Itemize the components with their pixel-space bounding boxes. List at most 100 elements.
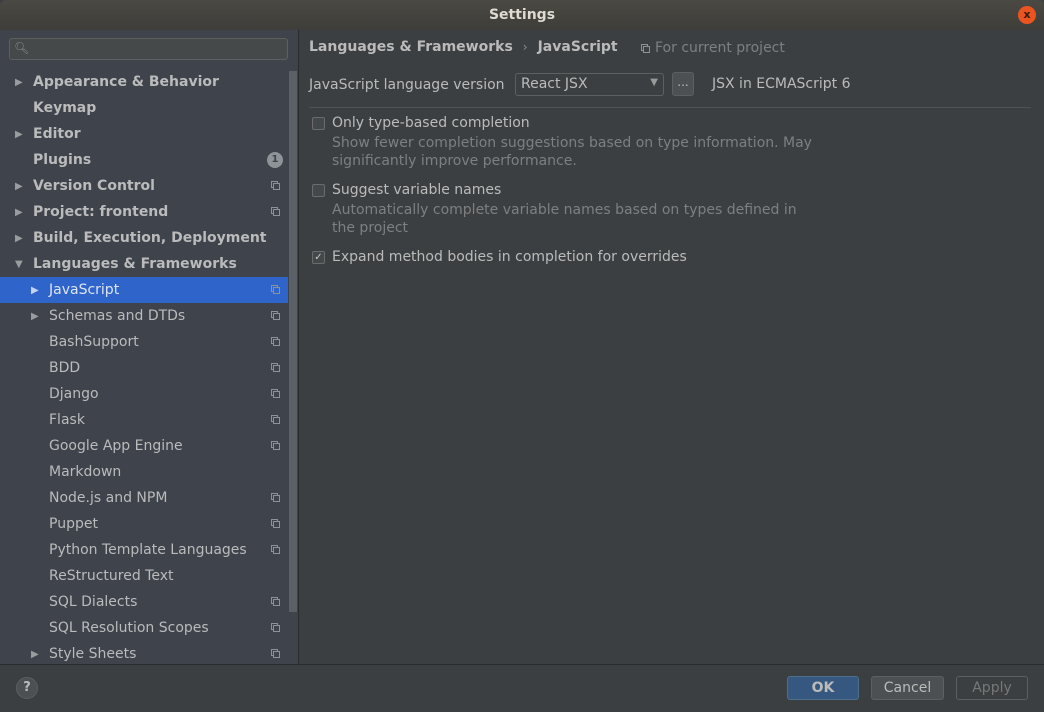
sidebar-item-django[interactable]: Django	[0, 381, 288, 407]
checkmark-icon: ✓	[314, 252, 323, 263]
sidebar-item-label: Schemas and DTDs	[49, 308, 186, 324]
language-version-more-button[interactable]: ...	[672, 72, 694, 96]
scope-label: For current project	[655, 40, 785, 56]
project-scope-icon	[271, 441, 280, 450]
expanded-arrow-icon[interactable]: ▼	[15, 259, 25, 270]
project-scope-icon	[271, 623, 280, 632]
sidebar-item-appearance-behavior[interactable]: ▶ Appearance & Behavior	[0, 69, 288, 95]
project-scope-icon	[271, 207, 280, 216]
search-box[interactable]: 🔍︎	[9, 38, 288, 60]
sidebar-item-label: Google App Engine	[49, 438, 183, 454]
project-scope-icon	[271, 493, 280, 502]
collapsed-arrow-icon[interactable]: ▶	[15, 207, 25, 218]
expand-method-bodies-checkbox[interactable]: ✓	[312, 251, 325, 264]
project-scope-icon	[271, 311, 280, 320]
apply-button[interactable]: Apply	[956, 676, 1028, 700]
dialog-footer: ? OK Cancel Apply	[0, 664, 1044, 712]
sidebar-item-project-frontend[interactable]: ▶ Project: frontend	[0, 199, 288, 225]
project-scope-icon	[271, 519, 280, 528]
sidebar-item-label: JavaScript	[49, 282, 120, 298]
sidebar-item-style-sheets[interactable]: ▶ Style Sheets	[0, 641, 288, 664]
language-version-description: JSX in ECMAScript 6	[712, 76, 851, 92]
collapsed-arrow-icon[interactable]: ▶	[15, 129, 25, 140]
option-label[interactable]: Suggest variable names	[332, 182, 501, 198]
sidebar-item-editor[interactable]: ▶ Editor	[0, 121, 288, 147]
language-version-value: React JSX	[521, 76, 588, 92]
sidebar-item-build-execution-deployment[interactable]: ▶ Build, Execution, Deployment	[0, 225, 288, 251]
sidebar-item-sql-dialects[interactable]: SQL Dialects	[0, 589, 288, 615]
sidebar-item-schemas-and-dtds[interactable]: ▶ Schemas and DTDs	[0, 303, 288, 329]
sidebar-item-label: Appearance & Behavior	[33, 74, 219, 90]
sidebar-item-label: SQL Resolution Scopes	[49, 620, 209, 636]
scope-indicator: For current project	[641, 40, 785, 56]
sidebar-item-label: BDD	[49, 360, 81, 376]
ok-button[interactable]: OK	[787, 676, 859, 700]
sidebar-item-label: Puppet	[49, 516, 98, 532]
breadcrumb-item[interactable]: Languages & Frameworks	[309, 39, 513, 55]
divider	[309, 107, 1031, 108]
sidebar-item-bashsupport[interactable]: BashSupport	[0, 329, 288, 355]
sidebar-item-label: Flask	[49, 412, 85, 428]
option-label[interactable]: Only type-based completion	[332, 115, 530, 131]
sidebar-item-label: Plugins	[33, 152, 92, 168]
settings-sidebar: 🔍︎ ▶ Appearance & Behavior Keymap ▶ Editor Pl…	[0, 30, 299, 664]
collapsed-arrow-icon[interactable]: ▶	[31, 311, 41, 322]
sidebar-item-label: Editor	[33, 126, 81, 142]
collapsed-arrow-icon[interactable]: ▶	[15, 77, 25, 88]
search-icon: 🔍︎	[14, 41, 30, 55]
sidebar-item-markdown[interactable]: Markdown	[0, 459, 288, 485]
sidebar-item-puppet[interactable]: Puppet	[0, 511, 288, 537]
settings-tree: ▶ Appearance & Behavior Keymap ▶ Editor Plugi…	[0, 69, 288, 664]
sidebar-item-sql-resolution-scopes[interactable]: SQL Resolution Scopes	[0, 615, 288, 641]
sidebar-item-google-app-engine[interactable]: Google App Engine	[0, 433, 288, 459]
sidebar-item-label: Languages & Frameworks	[33, 256, 237, 272]
project-scope-icon	[641, 43, 650, 53]
project-scope-icon	[271, 337, 280, 346]
sidebar-item-label: Style Sheets	[49, 646, 137, 662]
help-button[interactable]: ?	[16, 677, 38, 699]
sidebar-item-restructured-text[interactable]: ReStructured Text	[0, 563, 288, 589]
language-version-select[interactable]: React JSX ▼	[515, 73, 664, 96]
sidebar-item-label: BashSupport	[49, 334, 139, 350]
sidebar-item-label: Markdown	[49, 464, 122, 480]
collapsed-arrow-icon[interactable]: ▶	[15, 233, 25, 244]
sidebar-item-version-control[interactable]: ▶ Version Control	[0, 173, 288, 199]
option-description: Show fewer completion suggestions based …	[332, 135, 812, 169]
scrollbar-thumb[interactable]	[289, 71, 297, 612]
close-button[interactable]: x	[1018, 6, 1036, 24]
project-scope-icon	[271, 181, 280, 190]
sidebar-item-bdd[interactable]: BDD	[0, 355, 288, 381]
project-scope-icon	[271, 415, 280, 424]
collapsed-arrow-icon[interactable]: ▶	[31, 649, 41, 660]
suggest-variable-names-checkbox[interactable]	[312, 184, 325, 197]
search-input[interactable]	[34, 40, 288, 60]
title-bar: Settings x	[0, 0, 1044, 30]
close-icon: x	[1023, 8, 1031, 21]
sidebar-item-label: Python Template Languages	[49, 542, 247, 558]
sidebar-item-label: Django	[49, 386, 99, 402]
breadcrumb-item-current: JavaScript	[537, 39, 618, 55]
sidebar-item-node-js-and-npm[interactable]: Node.js and NPM	[0, 485, 288, 511]
language-version-row: JavaScript language version	[309, 73, 505, 97]
sidebar-item-languages-frameworks[interactable]: ▼ Languages & Frameworks	[0, 251, 288, 277]
sidebar-item-keymap[interactable]: Keymap	[0, 95, 288, 121]
breadcrumb-separator: ›	[522, 40, 528, 54]
collapsed-arrow-icon[interactable]: ▶	[31, 285, 41, 296]
sidebar-item-label: Project: frontend	[33, 204, 169, 220]
language-version-label: JavaScript language version	[309, 77, 505, 93]
project-scope-icon	[271, 389, 280, 398]
collapsed-arrow-icon[interactable]: ▶	[15, 181, 25, 192]
chevron-down-icon: ▼	[650, 77, 658, 88]
sidebar-item-python-template-languages[interactable]: Python Template Languages	[0, 537, 288, 563]
sidebar-item-label: Node.js and NPM	[49, 490, 168, 506]
sidebar-item-plugins[interactable]: Plugins 1	[0, 147, 288, 173]
breadcrumb: Languages & Frameworks › JavaScript	[309, 39, 618, 55]
sidebar-item-label: SQL Dialects	[49, 594, 138, 610]
sidebar-item-javascript[interactable]: ▶ JavaScript	[0, 277, 288, 303]
project-scope-icon	[271, 545, 280, 554]
sidebar-item-flask[interactable]: Flask	[0, 407, 288, 433]
option-label[interactable]: Expand method bodies in completion for o…	[332, 249, 687, 265]
type-based-completion-checkbox[interactable]	[312, 117, 325, 130]
project-scope-icon	[271, 649, 280, 658]
cancel-button[interactable]: Cancel	[871, 676, 944, 700]
